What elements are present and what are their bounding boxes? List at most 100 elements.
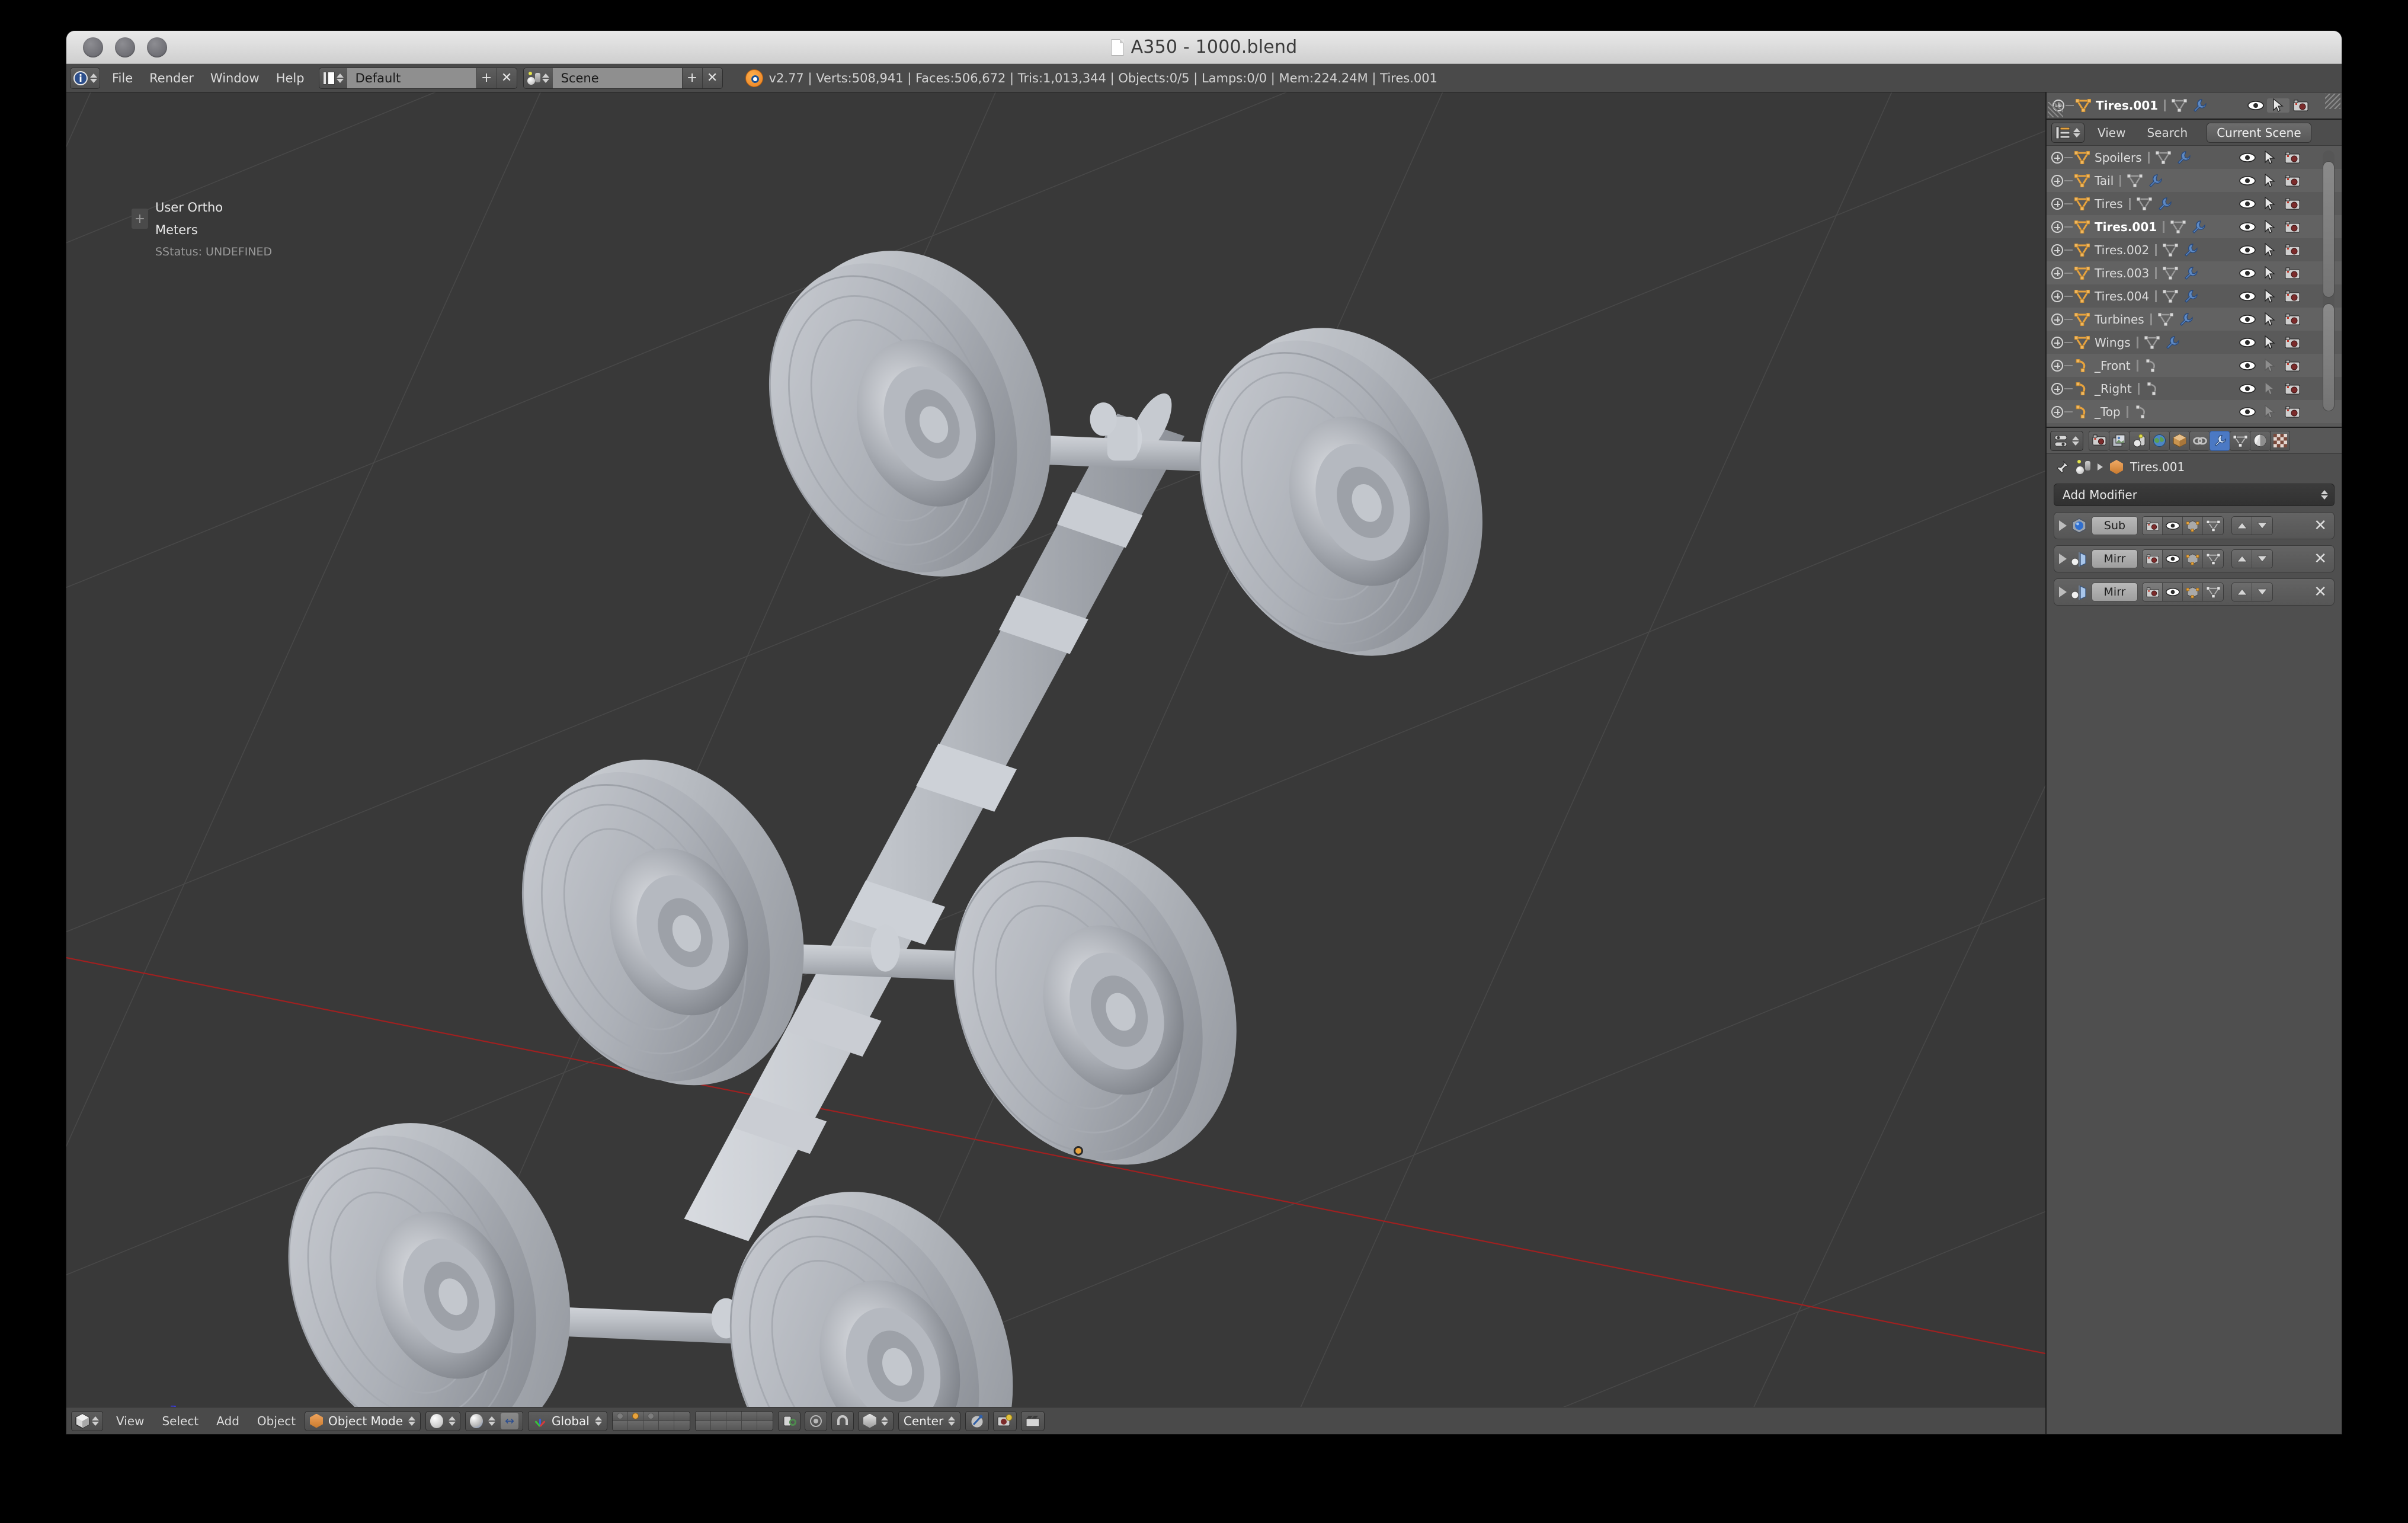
modifier-wrench-icon[interactable] [2147, 174, 2163, 188]
mesh-data-icon[interactable] [2170, 220, 2186, 233]
menu-file[interactable]: File [104, 68, 141, 89]
modifier-realtime-toggle[interactable] [2163, 583, 2183, 601]
outliner-editor[interactable]: View Search Current Scene Spoilers Tail … [2047, 120, 2342, 428]
outliner-row-tires-001[interactable]: Tires.001 [2047, 215, 2342, 238]
selectability-toggle[interactable] [2259, 358, 2281, 373]
modifier-expand-icon[interactable] [2059, 587, 2067, 597]
expand-icon[interactable] [2051, 267, 2063, 279]
screen-layout-spinner[interactable] [336, 73, 344, 83]
selectability-toggle[interactable] [2267, 98, 2289, 113]
pivot-and-manipulator-group[interactable]: ↔ [465, 1410, 524, 1431]
selectability-toggle[interactable] [2259, 265, 2281, 280]
viewport-menu-select[interactable]: Select [153, 1411, 207, 1431]
modifier-wrench-icon[interactable] [2183, 243, 2198, 257]
interaction-mode-spinner[interactable] [408, 1416, 416, 1426]
selectability-toggle[interactable] [2259, 289, 2281, 303]
visibility-toggle[interactable] [2236, 337, 2259, 347]
modifier-row-2[interactable]: Mirr ✕ [2054, 578, 2335, 606]
outliner-row-tires-002[interactable]: Tires.002 [2047, 238, 2342, 261]
selectability-toggle[interactable] [2259, 219, 2281, 234]
properties-tab-data[interactable] [2230, 430, 2250, 451]
screen-layout-value[interactable]: Default [347, 68, 476, 88]
modifier-row-1[interactable]: Mirr ✕ [2054, 545, 2335, 572]
modifier-name-field[interactable]: Sub [2092, 516, 2138, 535]
modifier-render-toggle[interactable] [2143, 583, 2163, 601]
modifier-render-toggle[interactable] [2143, 517, 2163, 535]
layer-13[interactable] [726, 1411, 742, 1421]
scene-selector[interactable]: Scene + ✕ [523, 67, 723, 89]
renderability-toggle[interactable] [2289, 99, 2312, 112]
editor-type-spinner[interactable] [90, 73, 97, 83]
layer-18[interactable] [726, 1420, 742, 1431]
mesh-data-icon[interactable] [2162, 289, 2179, 303]
properties-tab-material[interactable] [2250, 430, 2270, 451]
outliner-row-tires[interactable]: Tires [2047, 192, 2342, 215]
modifier-display-toggles[interactable] [2142, 583, 2224, 601]
visibility-toggle[interactable] [2236, 199, 2259, 209]
selectability-toggle[interactable] [2259, 196, 2281, 211]
selectability-toggle[interactable] [2259, 242, 2281, 257]
layer-14[interactable] [741, 1411, 757, 1421]
screen-layout-add-button[interactable]: + [476, 68, 497, 88]
layer-6[interactable] [612, 1420, 628, 1431]
modifier-wrench-icon[interactable] [2178, 312, 2194, 327]
renderability-toggle[interactable] [2281, 244, 2304, 257]
add-modifier-spinner[interactable] [2321, 490, 2328, 500]
visibility-toggle[interactable] [2236, 291, 2259, 301]
outliner-row-tires-003[interactable]: Tires.003 [2047, 261, 2342, 284]
outliner-display-mode-button[interactable] [2051, 122, 2084, 143]
modifier-realtime-toggle[interactable] [2163, 550, 2183, 568]
outliner-row--right[interactable]: _Right [2047, 377, 2342, 400]
selectability-toggle[interactable] [2259, 173, 2281, 188]
properties-tab-render[interactable] [2089, 430, 2109, 451]
layer-2[interactable] [627, 1411, 643, 1421]
visibility-toggle[interactable] [2236, 314, 2259, 324]
scene-value[interactable]: Scene [552, 68, 682, 88]
scene-delete-button[interactable]: ✕ [702, 68, 722, 88]
layer-20[interactable] [757, 1420, 773, 1431]
renderability-toggle[interactable] [2281, 290, 2304, 303]
outliner-row-turbines[interactable]: Turbines [2047, 308, 2342, 331]
landing-gear-model[interactable] [66, 92, 2045, 1407]
modifier-row-0[interactable]: Sub ✕ [2054, 512, 2335, 539]
expand-icon[interactable] [2051, 220, 2063, 233]
outliner-menu-view[interactable]: View [2087, 123, 2136, 143]
viewport-shading-selector[interactable] [425, 1410, 461, 1431]
mesh-data-icon[interactable] [2162, 243, 2179, 257]
outliner-row-tail[interactable]: Tail [2047, 169, 2342, 192]
modifier-oncage-toggle[interactable] [2203, 517, 2223, 535]
modifier-delete-button[interactable]: ✕ [2314, 584, 2327, 600]
viewport-menu-add[interactable]: Add [207, 1411, 248, 1431]
modifier-move-up-button[interactable] [2232, 550, 2252, 568]
modifier-move-up-button[interactable] [2232, 517, 2252, 535]
render-still-button[interactable] [993, 1410, 1017, 1431]
modifier-reorder-buttons[interactable] [2231, 549, 2273, 568]
modifier-realtime-toggle[interactable] [2163, 517, 2183, 535]
layer-11[interactable] [695, 1411, 711, 1421]
scene-spinner[interactable] [542, 73, 549, 83]
render-animation-button[interactable] [1021, 1410, 1045, 1431]
viewport-menu-view[interactable]: View [107, 1411, 153, 1431]
modifier-oncage-toggle[interactable] [2203, 583, 2223, 601]
modifier-delete-button[interactable]: ✕ [2314, 551, 2327, 567]
visibility-toggle[interactable] [2244, 101, 2267, 110]
menu-render[interactable]: Render [141, 68, 202, 89]
modifier-editmode-toggle[interactable] [2183, 550, 2203, 568]
layer-17[interactable] [710, 1420, 726, 1431]
scrollbar-thumb-lower[interactable] [2323, 303, 2335, 411]
expand-icon[interactable] [2051, 382, 2063, 395]
renderability-toggle[interactable] [2281, 405, 2304, 418]
modifier-expand-icon[interactable] [2059, 553, 2067, 564]
outliner-display-spinner[interactable] [2073, 127, 2080, 137]
outliner-row-wings[interactable]: Wings [2047, 331, 2342, 354]
visibility-toggle[interactable] [2236, 152, 2259, 162]
properties-tab-object[interactable] [2169, 430, 2189, 451]
screen-layout-delete-button[interactable]: ✕ [496, 68, 517, 88]
snap-target-selector[interactable]: Center [898, 1410, 961, 1431]
snap-target-spinner[interactable] [948, 1416, 956, 1426]
proportional-edit-button[interactable] [804, 1410, 827, 1431]
modifier-move-down-button[interactable] [2252, 583, 2272, 601]
modifier-reorder-buttons[interactable] [2231, 516, 2273, 535]
visibility-toggle[interactable] [2236, 245, 2259, 255]
renderability-toggle[interactable] [2281, 313, 2304, 326]
